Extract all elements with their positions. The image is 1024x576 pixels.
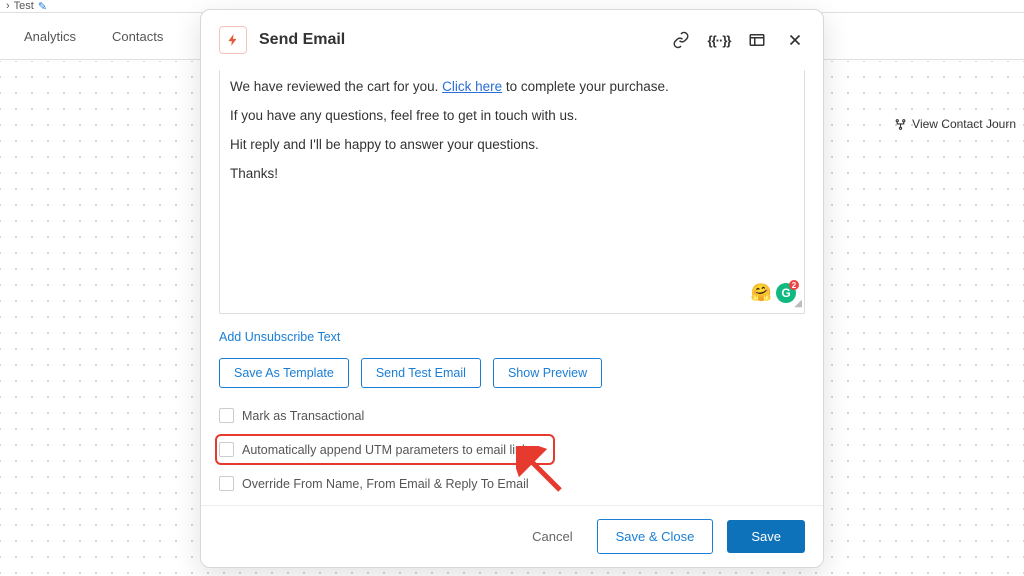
utm-checkbox[interactable] bbox=[219, 442, 234, 457]
modal-title: Send Email bbox=[259, 31, 659, 49]
utm-highlight-annotation: Automatically append UTM parameters to e… bbox=[215, 434, 555, 465]
modal-body: We have reviewed the cart for you. Click… bbox=[201, 70, 823, 505]
mark-transactional-row[interactable]: Mark as Transactional bbox=[219, 406, 805, 425]
emoji-hug-icon[interactable]: 🤗 bbox=[751, 281, 772, 305]
save-close-button[interactable]: Save & Close bbox=[597, 519, 714, 554]
close-icon[interactable] bbox=[785, 30, 805, 50]
click-here-link[interactable]: Click here bbox=[442, 79, 502, 94]
show-preview-button[interactable]: Show Preview bbox=[493, 358, 602, 388]
editor-line: If you have any questions, feel free to … bbox=[230, 107, 794, 126]
tab-analytics[interactable]: Analytics bbox=[24, 29, 76, 44]
override-from-checkbox[interactable] bbox=[219, 476, 234, 491]
resize-handle-icon[interactable]: ◢ bbox=[792, 301, 802, 311]
modal-header: Send Email {{··}} bbox=[201, 10, 823, 70]
cancel-button[interactable]: Cancel bbox=[522, 521, 582, 552]
edit-icon[interactable]: ✎ bbox=[38, 0, 47, 13]
chevron-right-icon: › bbox=[6, 0, 10, 12]
bolt-icon bbox=[219, 26, 247, 54]
link-icon[interactable] bbox=[671, 30, 691, 50]
modal-footer: Cancel Save & Close Save bbox=[201, 505, 823, 567]
add-unsubscribe-link[interactable]: Add Unsubscribe Text bbox=[219, 330, 805, 344]
send-email-modal: Send Email {{··}} We have reviewed the c… bbox=[200, 9, 824, 568]
mark-transactional-checkbox[interactable] bbox=[219, 408, 234, 423]
save-button[interactable]: Save bbox=[727, 520, 805, 553]
breadcrumb-title[interactable]: Test bbox=[14, 0, 34, 12]
layout-icon[interactable] bbox=[747, 30, 767, 50]
email-body-editor[interactable]: We have reviewed the cart for you. Click… bbox=[219, 70, 805, 314]
send-test-email-button[interactable]: Send Test Email bbox=[361, 358, 481, 388]
editor-line: Hit reply and I'll be happy to answer yo… bbox=[230, 136, 794, 155]
override-from-row[interactable]: Override From Name, From Email & Reply T… bbox=[219, 474, 805, 493]
utm-row[interactable]: Automatically append UTM parameters to e… bbox=[219, 440, 547, 459]
options-checkboxes: Mark as Transactional Automatically appe… bbox=[219, 406, 805, 493]
variables-icon[interactable]: {{··}} bbox=[709, 30, 729, 50]
save-template-button[interactable]: Save As Template bbox=[219, 358, 349, 388]
editor-line: Thanks! bbox=[230, 165, 794, 184]
tab-contacts[interactable]: Contacts bbox=[112, 29, 163, 44]
action-buttons-row: Save As Template Send Test Email Show Pr… bbox=[219, 358, 805, 388]
editor-badges: 🤗 G 2 bbox=[751, 281, 796, 305]
view-contact-journey-button[interactable]: View Contact Journ bbox=[894, 117, 1016, 131]
